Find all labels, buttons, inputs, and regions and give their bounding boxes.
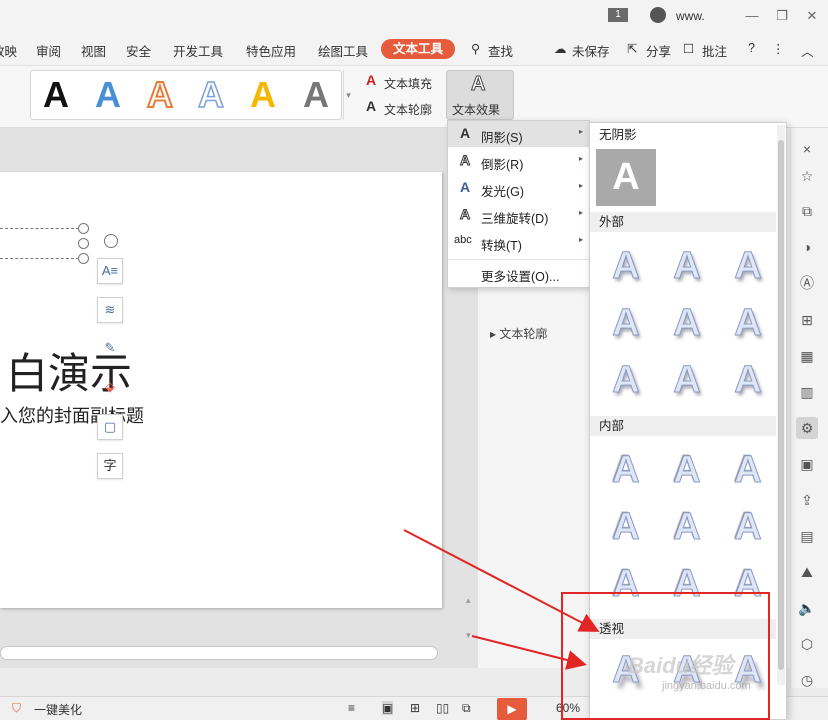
arrow-line [403, 529, 600, 632]
arrow-line [471, 635, 587, 670]
watermark-logo: Baidu经验 [628, 653, 734, 678]
watermark-url: jingyan.baidu.com [662, 680, 751, 692]
annotation-arrows [403, 529, 600, 670]
